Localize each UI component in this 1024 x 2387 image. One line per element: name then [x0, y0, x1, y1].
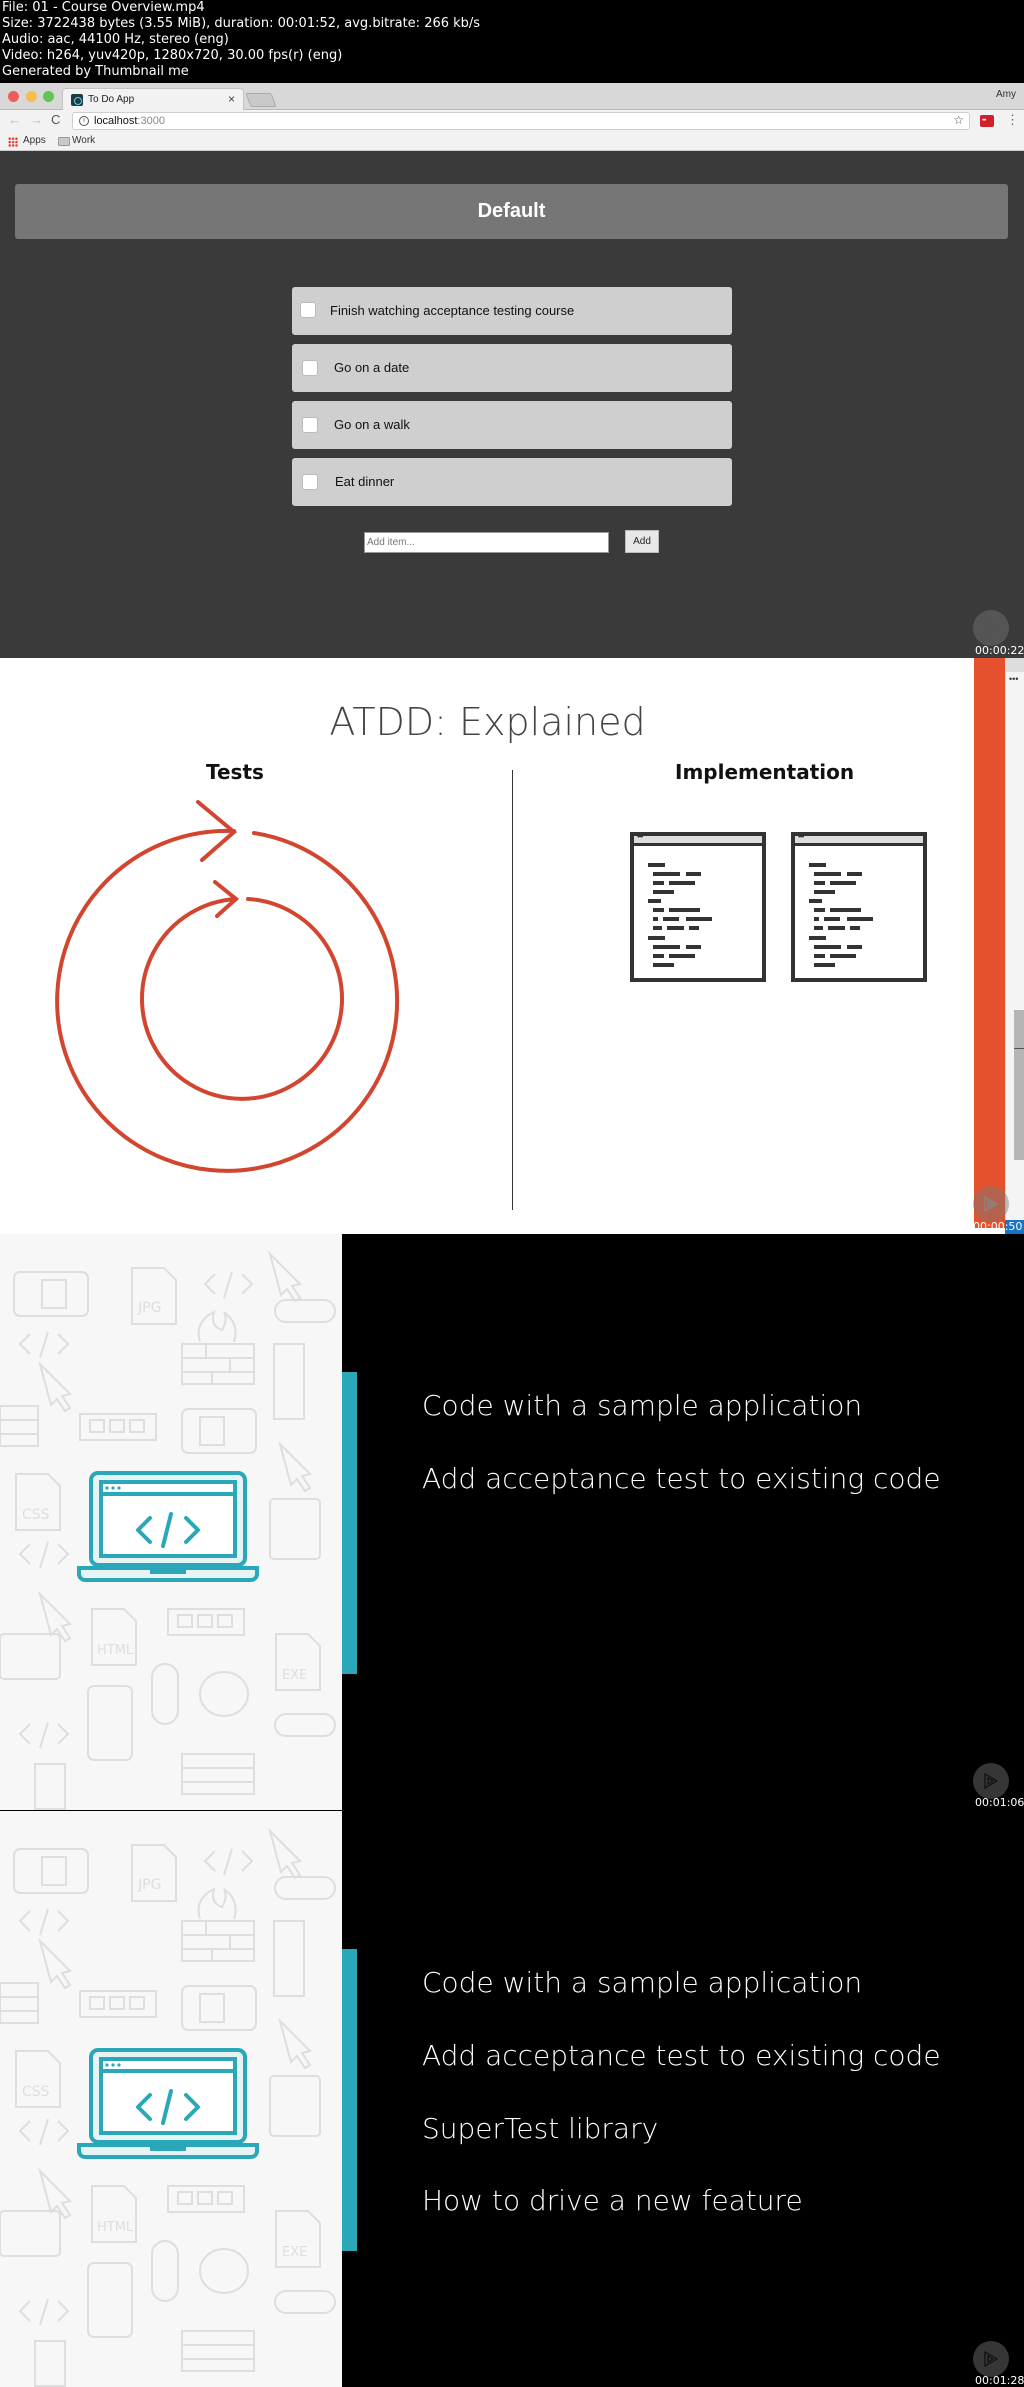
tests-heading: Tests: [206, 760, 264, 784]
tab-title: To Do App: [88, 94, 135, 105]
todo-item[interactable]: Finish watching acceptance testing cours…: [292, 287, 732, 335]
bookmarks-bar: Apps Work: [0, 132, 1024, 151]
svg-text:JPG: JPG: [137, 1300, 161, 1316]
url-port: :3000: [137, 115, 165, 127]
browser-toolbar: ← → C i localhost:3000 ☆ ⋮: [0, 110, 1024, 132]
implementation-heading: Implementation: [675, 760, 855, 784]
column-divider: [512, 770, 513, 1210]
frame-browser-todo: To Do App × Amy ← → C i localhost:3000 ☆…: [0, 83, 1024, 710]
todo-checkbox[interactable]: [302, 360, 318, 376]
folder-icon: [58, 137, 70, 146]
svg-text:HTML: HTML: [97, 1643, 134, 1658]
todo-app-page: Default Finish watching acceptance testi…: [0, 151, 1024, 710]
maximize-window-button[interactable]: [43, 91, 54, 102]
test-cycle-diagram: [55, 800, 400, 1173]
tab-to-do-app[interactable]: To Do App ×: [62, 88, 244, 111]
close-window-button[interactable]: [8, 91, 19, 102]
tab-close-icon[interactable]: ×: [228, 92, 235, 106]
todo-item[interactable]: Eat dinner: [292, 458, 732, 506]
audio-line: Audio: aac, 44100 Hz, stereo (eng): [2, 32, 229, 47]
frame-atdd-slide: ATDD: Explained Tests Implementation •••…: [0, 658, 1024, 1234]
slide-title: ATDD: Explained: [329, 700, 646, 744]
address-bar[interactable]: i localhost:3000 ☆: [72, 112, 970, 130]
todo-label: Eat dinner: [335, 474, 395, 489]
bookmark-star-icon[interactable]: ☆: [953, 113, 964, 127]
apps-grid-icon: [8, 137, 18, 147]
timestamp: 00:00:50: [973, 1220, 1023, 1233]
extension-icon[interactable]: [980, 115, 994, 127]
add-item-input[interactable]: [364, 532, 609, 553]
code-window-icon: [791, 832, 927, 982]
svg-text:CSS: CSS: [22, 2084, 50, 2100]
timestamp: 00:01:28: [975, 2374, 1024, 2387]
timestamp: 00:01:06: [975, 1796, 1024, 1809]
scrollbar-thumb[interactable]: [1014, 1010, 1024, 1160]
laptop-code-icon: [77, 2048, 259, 2159]
list-header: Default: [15, 184, 1008, 239]
svg-text:CSS: CSS: [22, 1507, 50, 1523]
outline-bullet: Add acceptance test to existing code: [422, 2039, 941, 2072]
outline-bullet: Add acceptance test to existing code: [422, 1462, 941, 1495]
accent-bar: [342, 1949, 357, 2251]
svg-text:EXE: EXE: [282, 1668, 307, 1683]
profile-name[interactable]: Amy: [996, 89, 1016, 100]
generator-line: Generated by Thumbnail me: [2, 64, 189, 79]
inner-loop-arc: [140, 897, 344, 1101]
outline-bullet: Code with a sample application: [422, 1389, 863, 1422]
forward-arrow-icon[interactable]: →: [30, 112, 43, 127]
todo-label: Finish watching acceptance testing cours…: [330, 303, 575, 318]
outline-bullet: Code with a sample application: [422, 1966, 863, 1999]
more-dots-icon[interactable]: •••: [1009, 674, 1018, 684]
frame-course-outline-2: JPG CSS HTML EXE Code with a sample appl…: [0, 1811, 1024, 2387]
todo-checkbox[interactable]: [300, 302, 316, 318]
outline-bullet: SuperTest library: [422, 2112, 659, 2145]
svg-text:JPG: JPG: [137, 1877, 161, 1893]
info-icon[interactable]: i: [79, 116, 89, 126]
add-button[interactable]: Add: [625, 530, 659, 553]
bookmark-apps[interactable]: Apps: [23, 135, 46, 146]
bookmark-work[interactable]: Work: [72, 135, 95, 146]
accent-bar: [342, 1372, 357, 1674]
side-panel: •••: [1005, 658, 1024, 1234]
code-window-icon: [630, 832, 766, 982]
back-arrow-icon[interactable]: ←: [8, 112, 21, 127]
reload-icon[interactable]: C: [51, 112, 60, 127]
outline-bullet: How to drive a new feature: [422, 2184, 803, 2217]
file-line: File: 01 - Course Overview.mp4: [2, 0, 205, 15]
size-line: Size: 3722438 bytes (3.55 MiB), duration…: [2, 16, 481, 31]
outer-loop-arc: [55, 828, 400, 1173]
play-icon[interactable]: [973, 2341, 1009, 2377]
play-icon[interactable]: [973, 1763, 1009, 1799]
url-text: localhost:3000: [94, 115, 165, 127]
play-icon[interactable]: [973, 1186, 1009, 1222]
todo-label: Go on a date: [334, 360, 410, 375]
play-icon[interactable]: [973, 610, 1009, 646]
menu-kebab-icon[interactable]: ⋮: [1006, 112, 1019, 128]
frame-course-outline-1: JPG CSS HTML EXE Code with a sample appl…: [0, 1234, 1024, 1810]
url-host: localhost: [94, 115, 138, 127]
video-info-header: File: 01 - Course Overview.mp4 Size: 372…: [0, 0, 1024, 83]
todo-item[interactable]: Go on a walk: [292, 401, 732, 449]
accent-strip: [974, 658, 1005, 1228]
todo-checkbox[interactable]: [302, 474, 318, 490]
laptop-code-icon: [77, 1471, 259, 1582]
browser-tab-bar: To Do App × Amy: [0, 83, 1024, 111]
svg-text:HTML: HTML: [97, 2220, 134, 2235]
todo-item[interactable]: Go on a date: [292, 344, 732, 392]
svg-text:EXE: EXE: [282, 2245, 307, 2260]
react-favicon-icon: [71, 94, 83, 106]
todo-checkbox[interactable]: [302, 417, 318, 433]
video-line: Video: h264, yuv420p, 1280x720, 30.00 fp…: [2, 48, 343, 63]
new-tab-button[interactable]: [245, 93, 277, 107]
timestamp: 00:00:22: [975, 644, 1024, 657]
minimize-window-button[interactable]: [26, 91, 37, 102]
todo-label: Go on a walk: [334, 417, 410, 432]
